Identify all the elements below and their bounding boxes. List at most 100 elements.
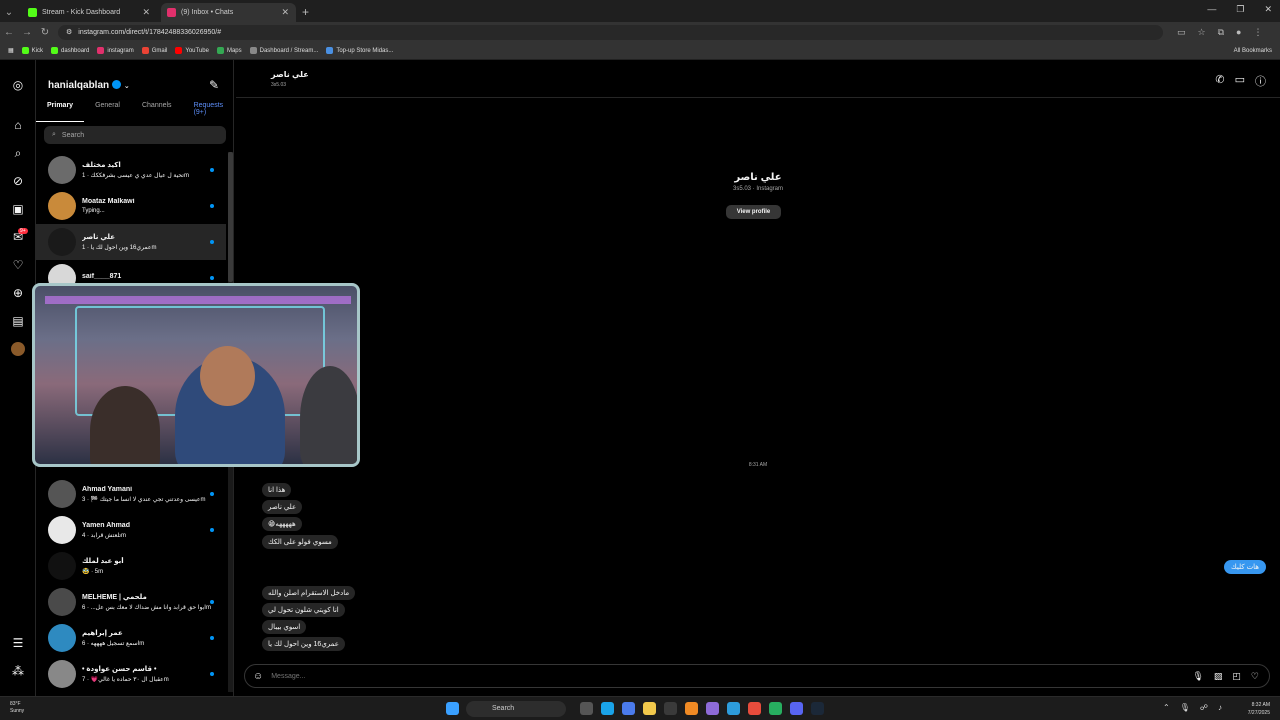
back-icon[interactable]: ← — [0, 27, 18, 38]
chrome-icon[interactable] — [748, 702, 761, 715]
notifications-heart-icon[interactable]: ♡ — [11, 258, 25, 272]
tab-general[interactable]: General — [84, 102, 131, 122]
tab-primary[interactable]: Primary — [36, 102, 85, 122]
bookmark-item[interactable]: instagram — [97, 47, 134, 54]
explore-icon[interactable]: ⊘ — [11, 174, 25, 188]
bookmark-item[interactable]: dashboard — [51, 47, 89, 54]
received-message[interactable]: مادخل الاستقرام اصلن والله — [262, 586, 356, 600]
store-icon[interactable] — [664, 702, 677, 715]
menu-kebab-icon[interactable]: ⋮ — [1253, 27, 1262, 38]
apps-grid-icon[interactable]: ▦ — [8, 47, 14, 54]
file-explorer-icon[interactable] — [643, 702, 656, 715]
tab-search-icon[interactable]: ⌄ — [0, 7, 18, 18]
webcam-overlay — [32, 283, 360, 467]
dashboard-icon[interactable]: ▤ — [11, 314, 25, 328]
taskbar-search[interactable]: Search — [466, 701, 566, 717]
start-icon[interactable] — [446, 702, 459, 715]
conversation-row[interactable]: Moataz Malkawi Typing... — [36, 188, 226, 224]
minimize-icon[interactable]: — — [1207, 4, 1216, 15]
reload-icon[interactable]: ↻ — [36, 27, 54, 38]
bookmark-star-icon[interactable]: ☆ — [1198, 27, 1206, 38]
received-message[interactable]: عمري16 وين احول لك يا — [262, 637, 345, 651]
maximize-icon[interactable]: ❐ — [1236, 4, 1244, 15]
weather-widget[interactable]: 83°F Sunny — [10, 701, 24, 715]
conversation-row[interactable]: Yamen Ahmad تلعتش قرابد · 4m — [36, 512, 226, 548]
home-icon[interactable]: ⌂ — [11, 118, 25, 132]
tray-chevron-icon[interactable]: ⌃ — [1163, 703, 1170, 712]
profile-avatar[interactable] — [11, 342, 25, 356]
sticker-icon[interactable]: ◰ — [1232, 671, 1241, 682]
conversation-row[interactable]: اكيد مختلف تحية ل عيال عدي ي عيسى بشرفككك… — [36, 152, 226, 188]
emoji-icon[interactable]: ☺ — [253, 671, 263, 682]
bookmark-item[interactable]: Top-up Store Midas... — [326, 47, 393, 54]
steam-icon[interactable] — [811, 702, 824, 715]
site-info-icon[interactable]: ⚙ — [66, 28, 72, 36]
instagram-logo-icon[interactable]: ◎ — [11, 78, 25, 92]
tab-requests[interactable]: Requests (9+) — [183, 102, 235, 122]
audio-call-icon[interactable]: ✆ — [1215, 73, 1224, 89]
received-message[interactable]: علي ناصر — [262, 500, 303, 514]
meta-apps-icon[interactable]: ⁂ — [11, 664, 25, 678]
received-message[interactable]: هذا انا — [262, 483, 292, 497]
view-profile-button[interactable]: View profile — [726, 205, 781, 219]
mic-icon[interactable]: 🎙 — [1180, 703, 1190, 712]
received-message[interactable]: مسوي فولو على الكك — [262, 535, 338, 549]
edge-icon[interactable] — [601, 702, 614, 715]
url-field[interactable]: ⚙ instagram.com/direct/t/178424883360269… — [58, 24, 1163, 40]
volume-icon[interactable]: ♪ — [1218, 703, 1222, 712]
forward-icon[interactable]: → — [18, 27, 36, 38]
install-app-icon[interactable]: ▭ — [1177, 27, 1186, 38]
bookmark-item[interactable]: Maps — [216, 47, 242, 54]
tab-channels[interactable]: Channels — [131, 102, 183, 122]
new-tab-icon[interactable]: + — [302, 5, 309, 19]
close-tab-icon[interactable]: ✕ — [142, 7, 150, 18]
profile-avatar-icon[interactable]: ● — [1236, 27, 1241, 38]
bookmark-item[interactable]: Gmail — [141, 47, 167, 54]
voice-clip-icon[interactable]: 🎙 — [1192, 671, 1203, 682]
more-menu-icon[interactable]: ☰ — [11, 636, 25, 650]
bookmark-item[interactable]: YouTube — [175, 47, 209, 54]
address-bar-row: ← → ↻ ⚙ instagram.com/direct/t/178424883… — [0, 22, 1280, 42]
app-icon[interactable] — [727, 702, 740, 715]
reels-icon[interactable]: ▣ — [11, 202, 25, 216]
image-upload-icon[interactable]: ▨ — [1214, 671, 1223, 682]
create-icon[interactable]: ⊕ — [11, 286, 25, 300]
conversation-row[interactable]: عمر إبراهيم اسمع تسجيل ههههه · 6m — [36, 620, 226, 656]
conversation-row[interactable]: Ahmad Yamani عيسى وعدتني تجي عندي لا انسا… — [36, 476, 226, 512]
conversation-row[interactable]: MELHEME | ملحمي ابوا حق قرابد وانا مش ضدا… — [36, 584, 226, 620]
account-switcher[interactable]: hanialqablan ⌄ — [48, 80, 130, 91]
app-icon[interactable] — [769, 702, 782, 715]
search-input[interactable]: ⌕ Search — [44, 126, 226, 144]
app-icon[interactable] — [685, 702, 698, 715]
video-call-icon[interactable]: ▭ — [1235, 73, 1245, 89]
bookmark-item[interactable]: Kick — [21, 47, 43, 54]
conversation-preview: اسمع تسجيل ههههه · 6m — [82, 641, 145, 647]
taskbar-clock[interactable]: 8:32 AM 7/27/2025 — [1248, 701, 1270, 717]
copilot-icon[interactable] — [622, 702, 635, 715]
received-message[interactable]: انا كويتي شلون تحول لي — [262, 603, 345, 617]
chat-contact-name[interactable]: علي ناصر — [271, 70, 309, 79]
sent-message[interactable]: هات كليك — [1223, 560, 1266, 574]
conversation-row[interactable]: علي ناصر عمري16 وين احول لك يا · 1m — [36, 224, 226, 260]
bookmark-item[interactable]: Dashboard / Stream... — [249, 47, 318, 54]
received-message[interactable]: 😁هههههه — [262, 517, 302, 531]
search-icon[interactable]: ⌕ — [11, 146, 25, 160]
received-message[interactable]: اسوي بيبال — [262, 620, 307, 634]
profile-name: علي ناصر — [734, 172, 782, 183]
like-heart-icon[interactable]: ♡ — [1251, 671, 1259, 682]
discord-icon[interactable] — [790, 702, 803, 715]
conversation-row[interactable]: أبو عبد لملك 🥸 · 5m — [36, 548, 226, 584]
all-bookmarks[interactable]: All Bookmarks — [1234, 48, 1272, 54]
app-icon[interactable] — [706, 702, 719, 715]
info-icon[interactable]: ⓘ — [1255, 73, 1266, 89]
extensions-icon[interactable]: ⧉ — [1218, 27, 1224, 38]
message-input[interactable] — [271, 672, 1152, 680]
conversation-row[interactable]: • قاسم حسن عواودة • عقبال ال ٣٠ حماده يا … — [36, 656, 226, 692]
browser-tab-kick[interactable]: Stream - Kick Dashboard ✕ — [22, 3, 157, 22]
task-view-icon[interactable] — [580, 702, 593, 715]
network-icon[interactable]: ☍ — [1200, 703, 1208, 712]
close-tab-icon[interactable]: ✕ — [281, 7, 289, 18]
browser-tab-instagram[interactable]: (9) Inbox • Chats ✕ — [161, 3, 296, 22]
close-window-icon[interactable]: ✕ — [1264, 4, 1272, 15]
new-message-icon[interactable]: ✎ — [209, 78, 219, 92]
